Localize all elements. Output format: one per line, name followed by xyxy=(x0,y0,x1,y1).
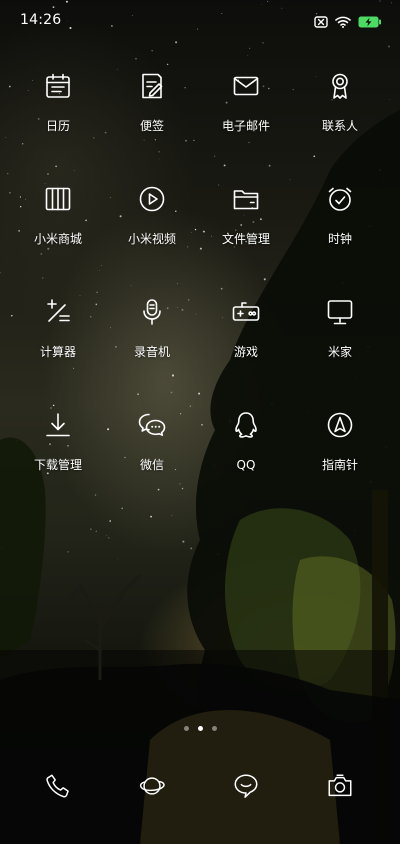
camera-icon xyxy=(314,760,366,812)
phone-icon xyxy=(32,760,84,812)
status-bar: 14:26 xyxy=(0,0,400,44)
app-notes[interactable]: 便签 xyxy=(105,60,199,154)
compass-icon xyxy=(314,399,366,451)
app-recorder[interactable]: 录音机 xyxy=(105,286,199,380)
app-label: 计算器 xyxy=(39,345,76,359)
app-label: 小米商城 xyxy=(33,232,82,246)
calculator-icon xyxy=(32,286,84,338)
gamepad-icon xyxy=(220,286,272,338)
app-label: 指南针 xyxy=(321,458,358,472)
wechat-icon xyxy=(126,399,178,451)
app-grid: 日历 便签 电子邮件 联系人 小米商城 小米视频 文件管理 时钟 计算器 录音机… xyxy=(0,60,400,493)
app-wechat[interactable]: 微信 xyxy=(105,399,199,493)
contacts-icon xyxy=(314,60,366,112)
sim-off-icon xyxy=(314,13,328,32)
app-calendar[interactable]: 日历 xyxy=(11,60,105,154)
app-games[interactable]: 游戏 xyxy=(199,286,293,380)
app-qq[interactable]: QQ xyxy=(199,399,293,493)
app-email[interactable]: 电子邮件 xyxy=(199,60,293,154)
app-mijia[interactable]: 米家 xyxy=(293,286,387,380)
app-compass[interactable]: 指南针 xyxy=(293,399,387,493)
status-icons xyxy=(314,13,382,32)
app-label: 联系人 xyxy=(321,119,358,133)
notes-icon xyxy=(126,60,178,112)
app-label: 日历 xyxy=(45,119,70,133)
page-dot[interactable] xyxy=(183,726,189,731)
app-label: 电子邮件 xyxy=(221,119,270,133)
dock-phone[interactable] xyxy=(11,760,105,822)
file-manager-icon xyxy=(220,173,272,225)
app-label: 米家 xyxy=(327,345,352,359)
app-label: QQ xyxy=(236,458,256,472)
microphone-icon xyxy=(126,286,178,338)
page-indicator xyxy=(0,726,400,731)
app-label: 录音机 xyxy=(133,345,170,359)
page-dot[interactable] xyxy=(211,726,217,731)
app-contacts[interactable]: 联系人 xyxy=(293,60,387,154)
wifi-icon xyxy=(335,13,351,32)
status-time: 14:26 xyxy=(20,12,62,28)
app-label: 便签 xyxy=(139,119,164,133)
dock-browser[interactable] xyxy=(105,760,199,822)
page-dot-current[interactable] xyxy=(197,726,203,731)
mi-store-icon xyxy=(32,173,84,225)
email-icon xyxy=(220,60,272,112)
app-label: 文件管理 xyxy=(221,232,270,246)
app-label: 时钟 xyxy=(327,232,352,246)
dock-camera[interactable] xyxy=(293,760,387,822)
alarm-clock-icon xyxy=(314,173,366,225)
app-mi-video[interactable]: 小米视频 xyxy=(105,173,199,267)
calendar-icon xyxy=(32,60,84,112)
qq-icon xyxy=(220,399,272,451)
app-clock[interactable]: 时钟 xyxy=(293,173,387,267)
app-label: 游戏 xyxy=(233,345,258,359)
app-mi-store[interactable]: 小米商城 xyxy=(11,173,105,267)
dock-messages[interactable] xyxy=(199,760,293,822)
app-label: 小米视频 xyxy=(127,232,176,246)
browser-planet-icon xyxy=(126,760,178,812)
monitor-icon xyxy=(314,286,366,338)
app-download-manager[interactable]: 下载管理 xyxy=(11,399,105,493)
download-icon xyxy=(32,399,84,451)
battery-charging-icon xyxy=(358,13,382,32)
app-label: 下载管理 xyxy=(33,458,82,472)
app-calculator[interactable]: 计算器 xyxy=(11,286,105,380)
app-file-manager[interactable]: 文件管理 xyxy=(199,173,293,267)
app-label: 微信 xyxy=(139,458,164,472)
dock xyxy=(11,760,387,822)
messages-icon xyxy=(220,760,272,812)
video-play-icon xyxy=(126,173,178,225)
